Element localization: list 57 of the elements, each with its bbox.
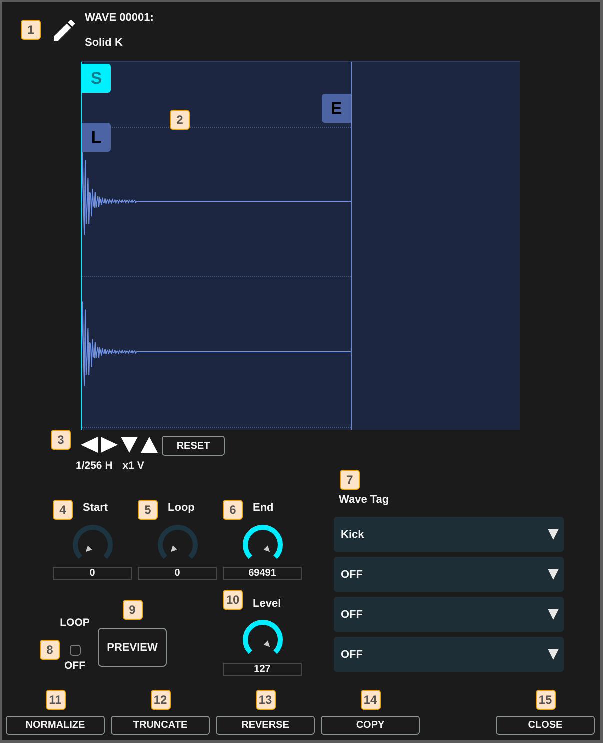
- wave-number: WAVE 00001:: [85, 11, 154, 25]
- callout-number: 4: [53, 500, 73, 520]
- value-display: 127: [223, 663, 302, 676]
- wave-name[interactable]: Solid K: [85, 36, 123, 50]
- action-button[interactable]: TRUNCATE: [111, 716, 210, 735]
- action-button[interactable]: NORMALIZE: [6, 716, 105, 735]
- marker-handle[interactable]: E: [322, 94, 351, 123]
- callout-number: 14: [360, 690, 380, 710]
- pencil-icon[interactable]: [54, 20, 75, 41]
- callout-number: 13: [256, 690, 276, 710]
- callout-number: 5: [138, 500, 158, 520]
- knob-pointer[interactable]: [85, 546, 92, 552]
- callout-number: 7: [340, 470, 360, 490]
- marker-handle[interactable]: L: [82, 123, 111, 152]
- caret-down-icon: [548, 649, 559, 660]
- knob-pointer[interactable]: [263, 640, 270, 648]
- action-button[interactable]: COPY: [321, 716, 420, 735]
- loop-checkbox[interactable]: [70, 644, 80, 656]
- callout-number: 15: [536, 690, 556, 710]
- callout-number: 1: [21, 20, 41, 40]
- knob-pointer[interactable]: [170, 546, 177, 552]
- callout-number: 8: [40, 640, 60, 660]
- caret-down-icon: [548, 609, 559, 620]
- tag-dropdown[interactable]: Kick: [334, 517, 564, 552]
- reset-button[interactable]: RESET: [162, 436, 225, 456]
- callout-number: 9: [122, 600, 142, 620]
- caret-down-icon: [548, 569, 559, 580]
- knob-pointer[interactable]: [263, 546, 270, 552]
- value-display: 69491: [223, 567, 302, 580]
- tag-dropdown[interactable]: OFF: [334, 557, 564, 592]
- callout-number: 11: [46, 690, 66, 710]
- right-arrow-icon[interactable]: [101, 437, 118, 453]
- preview-button[interactable]: PREVIEW: [98, 628, 167, 667]
- caret-down-icon: [548, 529, 559, 540]
- horizontal-zoom-label: 1/256 H: [76, 460, 113, 473]
- tag-dropdown[interactable]: OFF: [334, 637, 564, 672]
- knob-label: Level: [253, 597, 282, 612]
- loop-state-label: OFF: [64, 660, 86, 672]
- knob-label: Start: [83, 501, 108, 516]
- callout-number: 6: [223, 500, 243, 520]
- callout-number: 12: [150, 690, 170, 710]
- knob-label: End: [253, 501, 274, 516]
- value-display: 0: [53, 567, 132, 580]
- down-arrow-icon[interactable]: [121, 437, 138, 453]
- loop-label: LOOP: [60, 617, 90, 629]
- callout-number: 10: [223, 590, 243, 610]
- action-button[interactable]: CLOSE: [496, 716, 595, 735]
- wave-tag-label: Wave Tag: [339, 494, 390, 506]
- tag-dropdown[interactable]: OFF: [334, 597, 564, 632]
- value-display: 0: [138, 567, 217, 580]
- action-button[interactable]: REVERSE: [216, 716, 315, 735]
- knob-label: Loop: [168, 501, 195, 516]
- callout-number: 2: [170, 110, 190, 130]
- vertical-zoom-label: x1 V: [122, 460, 144, 473]
- left-arrow-icon[interactable]: [81, 437, 98, 453]
- callout-number: 3: [51, 430, 71, 450]
- up-arrow-icon[interactable]: [141, 437, 158, 453]
